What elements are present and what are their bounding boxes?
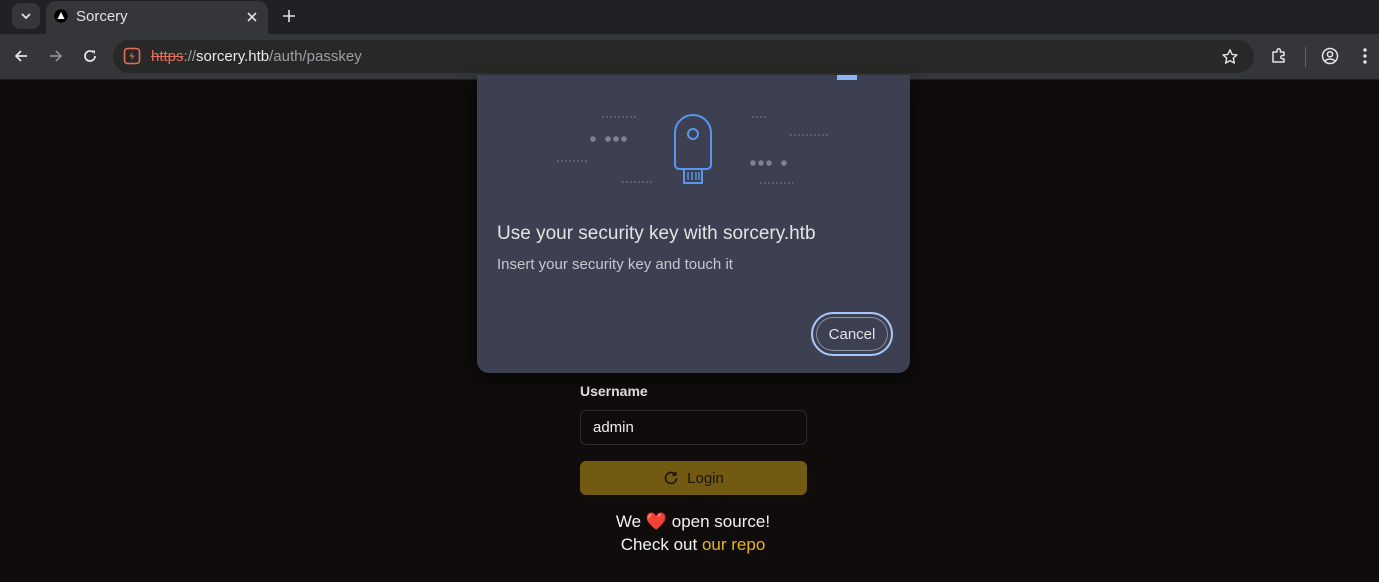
kebab-menu-icon[interactable] — [1353, 44, 1377, 68]
security-key-icon — [674, 114, 712, 184]
username-input[interactable]: admin — [580, 410, 807, 445]
close-icon[interactable] — [244, 9, 260, 25]
browser-toolbar: https://sorcery.htb/auth/passkey — [0, 34, 1379, 80]
profile-icon[interactable] — [1318, 44, 1342, 68]
reload-icon[interactable] — [78, 44, 102, 68]
dialog-subtitle: Insert your security key and touch it — [497, 256, 733, 273]
username-label: Username — [580, 383, 648, 399]
url-path: /auth/passkey — [269, 48, 362, 65]
passkey-dialog: Use your security key with sorcery.htb I… — [477, 75, 910, 373]
not-secure-icon[interactable] — [121, 45, 143, 67]
footer-tagline-start: We — [615, 512, 642, 531]
heart-icon: ❤️ — [645, 512, 668, 531]
chevron-down-icon — [21, 13, 31, 20]
browser-tab[interactable]: Sorcery — [46, 1, 268, 34]
tab-search-button[interactable] — [12, 3, 40, 29]
url-host: sorcery.htb — [196, 48, 270, 65]
triangle-logo-icon — [54, 9, 68, 23]
footer-repo-line: Check out our repo — [0, 535, 1379, 555]
plus-icon[interactable] — [278, 5, 300, 27]
login-label: Login — [687, 469, 724, 487]
dialog-progress-indicator — [837, 75, 857, 80]
toolbar-divider — [1305, 47, 1306, 67]
tab-title: Sorcery — [76, 8, 128, 25]
spinner-icon — [664, 471, 678, 485]
cancel-button[interactable]: Cancel — [811, 312, 893, 356]
footer-tagline-end: open source! — [671, 512, 771, 531]
footer-tagline: We ❤️ open source! — [0, 512, 1379, 532]
repo-link[interactable]: our repo — [702, 535, 765, 554]
security-key-illustration — [557, 114, 830, 184]
footer-repo-prefix: Check out — [620, 535, 698, 554]
arrow-left-icon[interactable] — [9, 44, 33, 68]
dialog-title: Use your security key with sorcery.htb — [497, 223, 816, 244]
url-scheme: https — [151, 48, 184, 65]
star-icon[interactable] — [1220, 47, 1240, 67]
arrow-right-icon[interactable] — [44, 44, 68, 68]
url-text: https://sorcery.htb/auth/passkey — [151, 48, 362, 65]
login-button[interactable]: Login — [580, 461, 807, 495]
puzzle-icon[interactable] — [1267, 44, 1291, 68]
address-bar[interactable]: https://sorcery.htb/auth/passkey — [113, 40, 1254, 73]
tab-strip: Sorcery — [0, 0, 1379, 34]
url-separator: :// — [183, 48, 197, 65]
